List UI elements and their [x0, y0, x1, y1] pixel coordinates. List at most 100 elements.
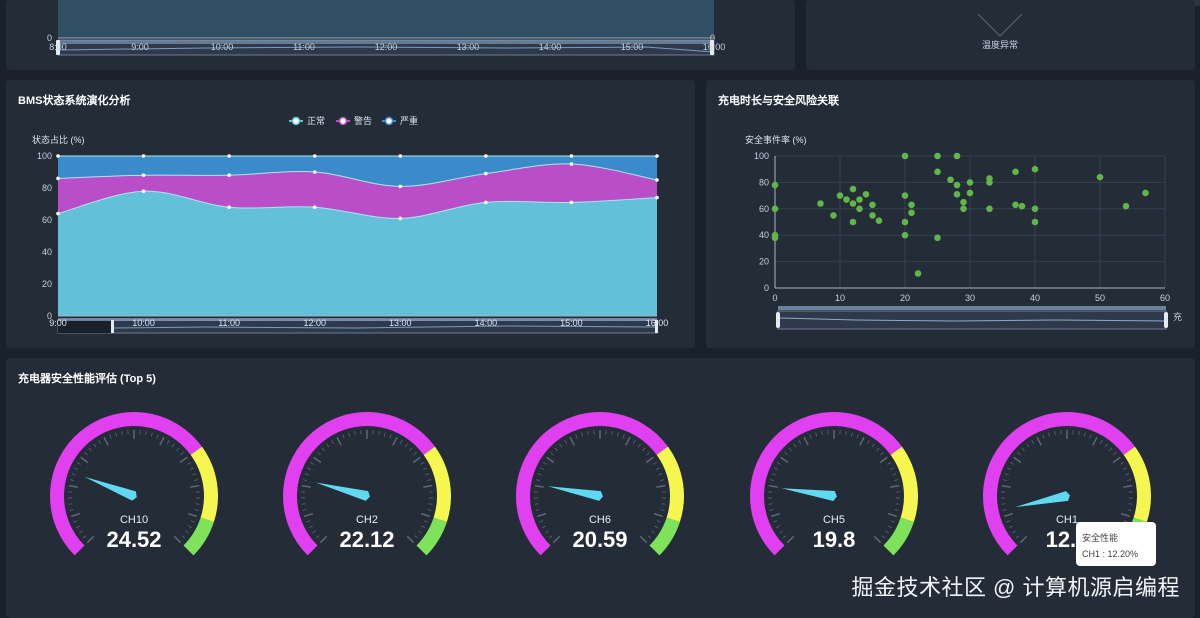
scatter-point [986, 179, 993, 186]
gauge-tick [156, 434, 159, 439]
gauge-tick [312, 530, 316, 534]
gauge-tick [115, 432, 118, 437]
gauge-tick [1122, 467, 1127, 470]
legend-label: 严重 [400, 115, 418, 126]
gauge-tick [195, 503, 200, 505]
gauge-tick [535, 479, 541, 481]
legend-marker [338, 116, 348, 126]
scatter-point [908, 201, 915, 209]
y-tick-label: 60 [42, 215, 52, 225]
gauge-tick [1078, 431, 1080, 436]
gauge-band-green [416, 517, 447, 556]
gauge-tick [428, 503, 433, 505]
gauge-tick [307, 467, 312, 470]
scatter-point [966, 189, 974, 197]
gauge-tick [79, 530, 83, 534]
scatter-y-tick: 80 [759, 177, 769, 187]
gauge-tick [622, 434, 625, 439]
gauge-tick [1125, 473, 1130, 476]
gauge-value: 24.52 [106, 527, 161, 552]
gauge-tick [894, 509, 899, 511]
top-x-tick-label: 13:00 [457, 42, 480, 52]
x-tick-label: 15:00 [560, 318, 583, 328]
gauge-tick [1008, 525, 1013, 529]
gauge-tick [315, 535, 320, 539]
gauge-tick [383, 432, 386, 437]
gauge-tick [889, 467, 894, 470]
gauge-tick [74, 467, 79, 470]
gauge-tick [786, 535, 795, 544]
gauge-tick [541, 525, 546, 529]
gauge-tick [658, 473, 663, 476]
gauge-tick [821, 431, 823, 436]
scatter-chart: 安全事件率 (%)0204060801000 10 20 30 40 50 60充 [745, 134, 1182, 330]
gauge-tick [423, 520, 428, 523]
gauge-tick [427, 509, 432, 511]
gauge-tick [546, 456, 555, 464]
gauge-tick [348, 432, 351, 437]
scatter-point [934, 168, 941, 176]
area-point [655, 178, 659, 182]
scatter-point [934, 152, 941, 160]
gauge-tick [145, 431, 147, 436]
area-point [655, 154, 659, 158]
gauge-tick [71, 473, 76, 476]
scatter-point [869, 201, 876, 209]
area-point [312, 170, 317, 174]
gauge-tick [537, 473, 542, 476]
gauge-tick [1126, 479, 1132, 481]
scatter-point [856, 205, 863, 213]
gauge-tick [776, 462, 781, 465]
scatter-point [830, 212, 837, 219]
gauge-tick [68, 503, 73, 505]
gauge-tick [653, 462, 658, 465]
scatter-point [1031, 165, 1039, 173]
top-x-tick-label: 8:00 [49, 42, 67, 52]
gauge-tick [421, 525, 426, 529]
gauge-tick [189, 467, 194, 470]
gauge-tick [1120, 462, 1125, 465]
gauge-needle [781, 488, 837, 501]
gauge-tick [378, 431, 380, 436]
legend-label: 警告 [354, 115, 372, 126]
area-point [141, 173, 146, 177]
gauge-tick [176, 447, 180, 452]
scatter-point [914, 270, 922, 277]
gauge-value: 20.59 [572, 527, 627, 552]
gauge-tick [121, 431, 123, 436]
top-left-chart: 0 0 8:00 9:00 10:00 11:00 12:00 13:00 14:00 15:… [47, 0, 725, 56]
gauge-tick [1054, 431, 1056, 436]
gauge-tick [301, 484, 311, 488]
gauge-tick [1083, 432, 1086, 437]
scatter-x-tick: 30 [965, 293, 975, 303]
gauge-tick [406, 535, 415, 544]
area-point [484, 200, 488, 205]
gauge-tick [550, 452, 554, 456]
gauge-tick [803, 436, 809, 446]
gauge-tick [850, 432, 853, 437]
scatter-point [869, 212, 876, 219]
area-point [56, 211, 60, 216]
gauge-tick [1042, 434, 1045, 439]
gauge-tick [859, 436, 865, 446]
gauge-tick [536, 512, 547, 518]
area-point [398, 216, 403, 221]
gauge-tick [409, 447, 413, 452]
gauge-tick [637, 443, 641, 448]
scatter-x-title: 充 [1173, 311, 1182, 322]
gauge-tick [389, 434, 392, 439]
gauge-tick [856, 434, 859, 439]
scatter-x-tick: 50 [1095, 293, 1105, 303]
gauge-tick [313, 456, 322, 464]
gauge-tick [76, 462, 81, 465]
gauge-tick [769, 479, 775, 481]
gauge-tick [319, 535, 328, 544]
gauge-tick [425, 473, 430, 476]
gauge-tick [542, 462, 547, 465]
gauge-tick [73, 520, 78, 523]
area-point [312, 205, 317, 209]
scatter-datazoom-handle-left [776, 312, 780, 328]
gauge-tick [1120, 512, 1131, 518]
gauge-tick [418, 530, 422, 534]
gauge-tick [548, 535, 553, 539]
